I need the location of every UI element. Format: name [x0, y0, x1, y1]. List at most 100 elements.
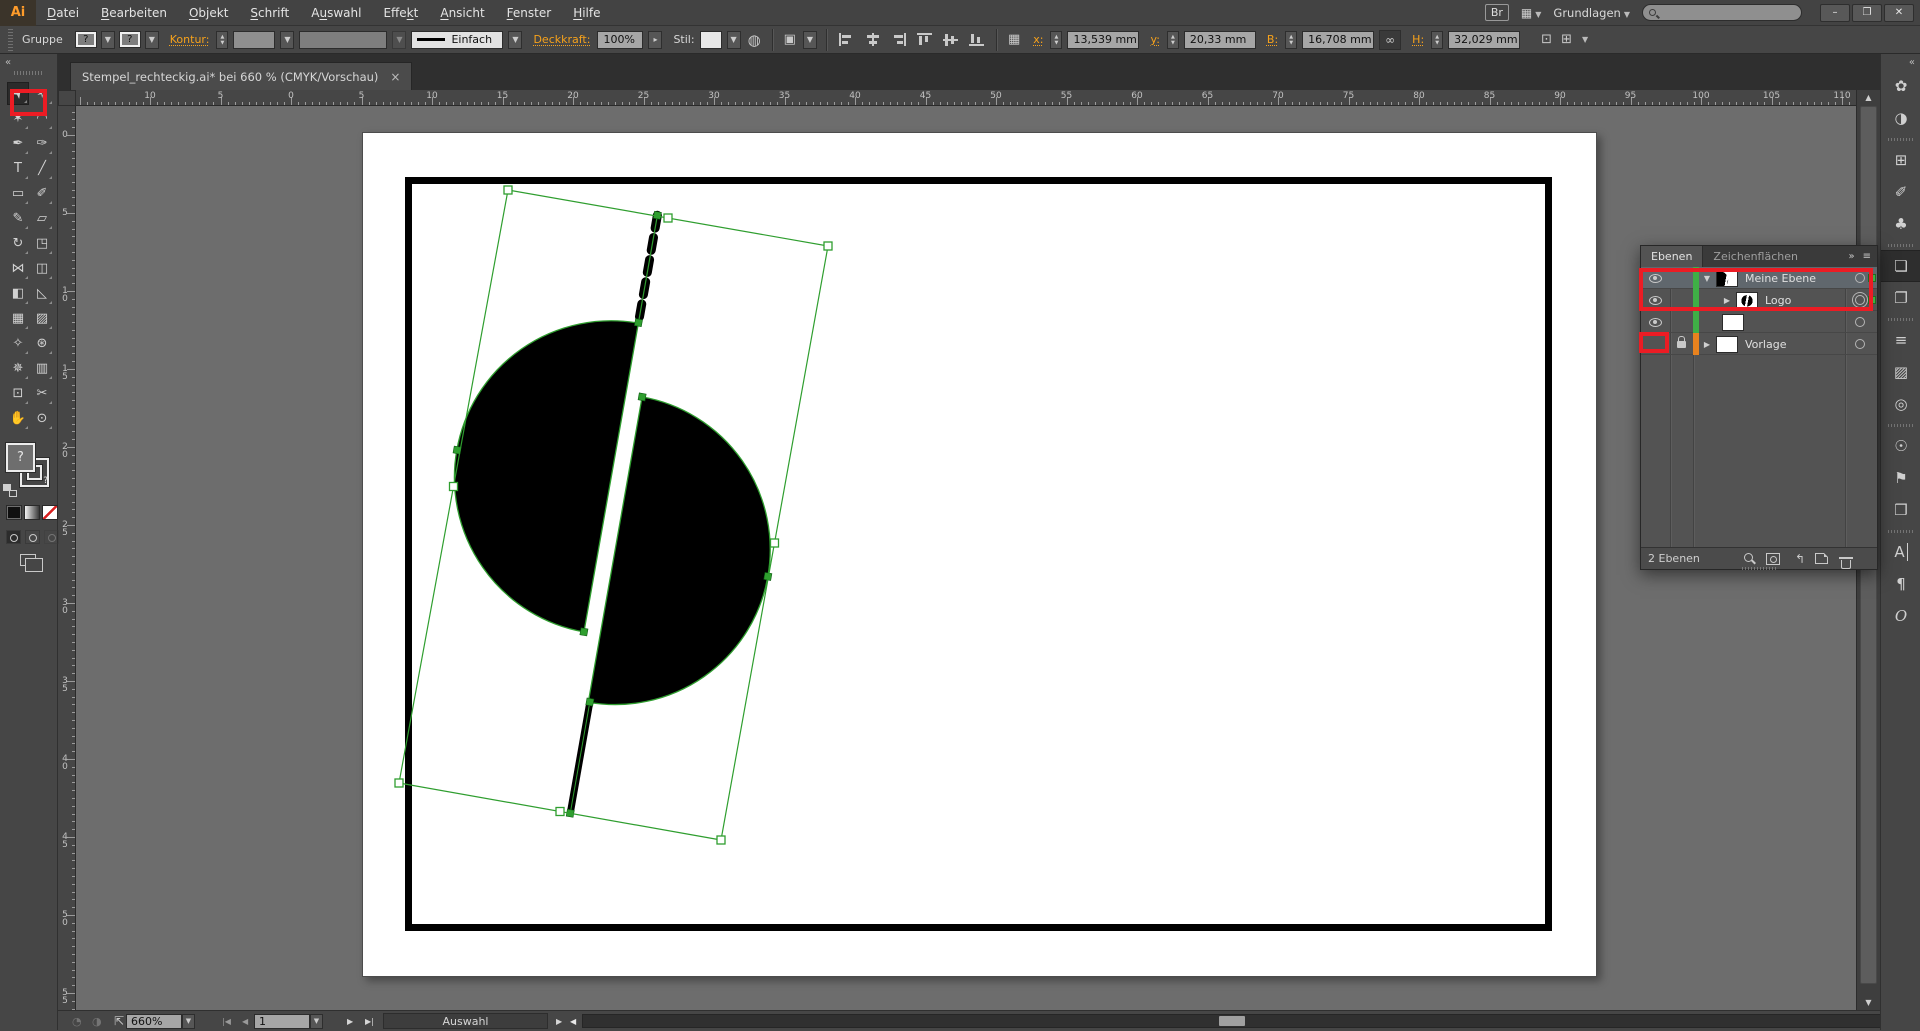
menu-auswahl[interactable]: Auswahl	[300, 0, 372, 26]
expand-toggle[interactable]: ▼	[1701, 267, 1713, 289]
align-bottom-button[interactable]	[969, 33, 984, 46]
menu-fenster[interactable]: Fenster	[496, 0, 563, 26]
zoom-level-field[interactable]: 660%	[126, 1014, 182, 1029]
workspace-switcher[interactable]: Grundlagen▼	[1553, 6, 1630, 20]
magic-wand-tool[interactable]: ✶	[7, 107, 29, 130]
horizontal-scroll-thumb[interactable]	[1219, 1016, 1245, 1026]
gradient-button[interactable]	[24, 505, 40, 520]
line-segment-tool[interactable]: ╱	[31, 157, 53, 180]
width-profile-dropdown[interactable]: ▼	[392, 31, 406, 49]
paragraph-panel-button[interactable]: ¶	[1881, 568, 1920, 600]
panel-grip[interactable]	[8, 29, 13, 51]
stroke-swatch-button[interactable]: ?	[120, 32, 140, 47]
align-middle-button[interactable]	[943, 33, 958, 46]
target-toggle[interactable]	[1845, 333, 1875, 355]
layer-thumbnail[interactable]	[1721, 311, 1745, 333]
pen-tool[interactable]: ✒	[7, 132, 29, 155]
layer-thumbnail[interactable]	[1735, 289, 1759, 311]
artboard-tool[interactable]: ⊡	[7, 382, 29, 405]
slice-tool[interactable]: ✂	[31, 382, 53, 405]
eyedropper-tool[interactable]: ✧	[7, 332, 29, 355]
layer-name[interactable]: Meine Ebene	[1739, 267, 1816, 289]
artboards-panel-button[interactable]: ❐	[1881, 282, 1920, 314]
toolbar-collapse-icon[interactable]: «	[5, 57, 11, 68]
symbols-panel-button[interactable]: ♣	[1881, 208, 1920, 240]
swatches-panel-button[interactable]: ⊞	[1881, 144, 1920, 176]
artwork-overlay[interactable]	[76, 106, 1856, 1010]
lock-toggle[interactable]	[1670, 333, 1693, 355]
rectangle-tool[interactable]: ▭	[7, 182, 29, 205]
gradient-tool[interactable]: ▨	[31, 307, 53, 330]
tab-ebenen[interactable]: Ebenen	[1641, 246, 1703, 267]
panel-menu-icon[interactable]: ≡	[1863, 251, 1871, 262]
character-panel-button[interactable]: A	[1881, 536, 1920, 568]
document-tab[interactable]: Stempel_rechteckig.ai* bei 660 % (CMYK/V…	[70, 62, 412, 90]
new-sublayer-icon[interactable]: ↰	[1791, 552, 1809, 566]
tab-close-icon[interactable]: ×	[390, 70, 400, 84]
direct-selection-tool[interactable]: ➣	[31, 82, 53, 105]
previous-artboard-icon[interactable]: ◀	[242, 1011, 248, 1031]
layer-row-logo[interactable]: ▶Logo	[1641, 289, 1877, 311]
dock-grip[interactable]	[1888, 242, 1913, 249]
opacity-field[interactable]: 100%	[597, 31, 643, 49]
screen-mode-button[interactable]	[20, 554, 36, 566]
style-dropdown[interactable]: ▼	[727, 31, 741, 49]
layer-row-vorlage[interactable]: ▶ Vorlage	[1641, 333, 1877, 355]
expand-toggle[interactable]: ▶	[1721, 289, 1733, 311]
width-profile-field[interactable]	[299, 31, 387, 49]
reference-point-grid-icon[interactable]: ▦	[1006, 32, 1022, 47]
stroke-weight-label[interactable]: Kontur:	[170, 33, 210, 46]
layer-name[interactable]: Vorlage	[1739, 333, 1786, 355]
first-artboard-icon[interactable]: |◀	[222, 1011, 231, 1031]
lock-toggle[interactable]	[1670, 311, 1693, 333]
recolor-artwork-icon[interactable]: ◍	[746, 31, 763, 49]
layer-row--rechte-[interactable]	[1641, 311, 1877, 333]
graphic-styles-panel-button[interactable]: ⚑	[1881, 462, 1920, 494]
menu-hilfe[interactable]: Hilfe	[562, 0, 611, 26]
zoom-dropdown[interactable]: ▼	[182, 1014, 195, 1029]
x-field[interactable]: 13,539 mm	[1067, 31, 1139, 49]
export-icon[interactable]: ⇱	[114, 1011, 124, 1031]
search-input[interactable]	[1642, 4, 1802, 21]
y-field[interactable]: 20,33 mm	[1184, 31, 1256, 49]
menu-ansicht[interactable]: Ansicht	[429, 0, 495, 26]
restore-button[interactable]: ❐	[1852, 4, 1882, 22]
align-right-button[interactable]	[891, 33, 906, 46]
type-tool[interactable]: T	[7, 157, 29, 180]
constrain-proportions-link-icon[interactable]: ∞	[1379, 30, 1401, 50]
height-field[interactable]: 32,029 mm	[1448, 31, 1520, 49]
logo-right-half-circle[interactable]	[588, 397, 794, 729]
opacity-label[interactable]: Deckkraft:	[533, 33, 590, 46]
layers-panel-button[interactable]: ❏	[1881, 250, 1920, 282]
hand-tool[interactable]: ✋	[7, 407, 29, 430]
free-transform-tool[interactable]: ◫	[31, 257, 53, 280]
target-toggle[interactable]	[1845, 311, 1875, 333]
stroke-dropdown[interactable]: ▼	[145, 31, 159, 49]
column-graph-tool[interactable]: ▥	[31, 357, 53, 380]
color-panel-button[interactable]: ✿	[1881, 70, 1920, 102]
next-artboard-icon[interactable]: ▶	[347, 1011, 353, 1031]
color-button[interactable]	[6, 505, 22, 520]
menu-schrift[interactable]: Schrift	[239, 0, 300, 26]
shape-builder-tool[interactable]: ◧	[7, 282, 29, 305]
paintbrush-tool[interactable]: ✐	[31, 182, 53, 205]
toolbar-grip[interactable]	[14, 71, 44, 75]
minimize-button[interactable]: –	[1820, 4, 1850, 22]
dock-expand-icon[interactable]: «	[1909, 57, 1915, 68]
dock-grip[interactable]	[1888, 422, 1913, 429]
transparency-panel-button[interactable]: ◎	[1881, 388, 1920, 420]
brush-definition[interactable]: Einfach	[411, 31, 503, 49]
layer-thumbnail[interactable]	[1715, 267, 1739, 289]
pathfinder-panel-button[interactable]: ❒	[1881, 494, 1920, 526]
pencil-tool[interactable]: ✎	[7, 207, 29, 230]
dock-grip[interactable]	[1888, 528, 1913, 535]
visibility-toggle[interactable]	[1641, 289, 1670, 311]
curvature-tool[interactable]: ✑	[31, 132, 53, 155]
gradient-panel-button[interactable]: ▨	[1881, 356, 1920, 388]
expand-toggle[interactable]: ▶	[1701, 333, 1713, 355]
width-tool[interactable]: ⋈	[7, 257, 29, 280]
width-field[interactable]: 16,708 mm	[1302, 31, 1374, 49]
artboard-number-field[interactable]: 1	[254, 1014, 310, 1029]
selection-indicator[interactable]	[1865, 267, 1879, 289]
symbol-sprayer-tool[interactable]: ✵	[7, 357, 29, 380]
